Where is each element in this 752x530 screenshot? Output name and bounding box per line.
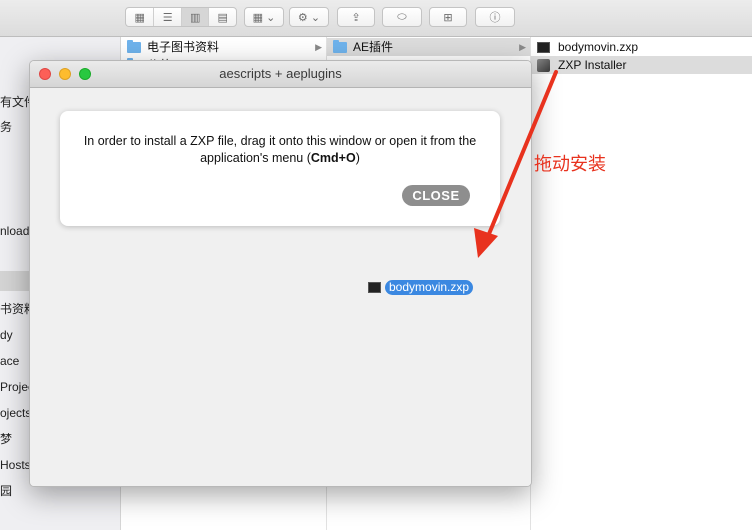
- zxp-installer-window: aescripts + aeplugins In order to instal…: [29, 60, 532, 487]
- folder-icon: [333, 39, 347, 53]
- finder-toolbar: ▦ ☰ ▥ ▤ ▦ ⌄ ⚙ ⌄ ⇪ ⬭ ⊞ ⓘ: [0, 0, 752, 37]
- minimize-window-button[interactable]: [59, 68, 71, 80]
- group-button[interactable]: ▦ ⌄: [244, 7, 284, 27]
- zxp-file-icon: [537, 41, 550, 53]
- grid-icon: ▦: [134, 11, 145, 24]
- columns-icon: ▥: [190, 11, 201, 24]
- tag-icon: ⬭: [397, 10, 407, 23]
- dialog-message: In order to install a ZXP file, drag it …: [82, 133, 478, 167]
- list-item[interactable]: 电子图书资料 ▶: [121, 38, 326, 56]
- list-item-selected[interactable]: AE插件 ▶: [327, 38, 530, 56]
- close-window-button[interactable]: [39, 68, 51, 80]
- finder-column-3: bodymovin.zxp ZXP Installer: [531, 37, 752, 530]
- view-mode-segmented-control: ▦ ☰ ▥ ▤: [125, 7, 237, 27]
- share-icon: ⇪: [351, 11, 361, 24]
- drop-area[interactable]: In order to install a ZXP file, drag it …: [30, 88, 531, 486]
- zxp-installer-app-icon: [537, 58, 550, 72]
- list-item-selected[interactable]: ZXP Installer: [531, 56, 752, 74]
- chevron-right-icon: ▶: [315, 42, 322, 52]
- zoom-window-button[interactable]: [79, 68, 91, 80]
- gear-icon: ⚙ ⌄: [297, 11, 321, 24]
- group-icon: ▦ ⌄: [252, 11, 276, 24]
- list-icon: ☰: [162, 11, 173, 24]
- list-item-label: 电子图书资料: [147, 40, 220, 54]
- zxp-file-icon: [368, 282, 381, 293]
- info-icon: ⓘ: [489, 12, 501, 24]
- list-item-label: AE插件: [353, 40, 394, 54]
- list-item[interactable]: bodymovin.zxp: [531, 38, 752, 56]
- tag-button[interactable]: ⬭: [382, 7, 422, 27]
- window-titlebar[interactable]: aescripts + aeplugins: [30, 61, 531, 88]
- gallery-icon: ▤: [217, 11, 228, 24]
- dragged-file[interactable]: bodymovin.zxp: [368, 280, 474, 295]
- list-view-button[interactable]: ☰: [153, 8, 181, 26]
- chevron-right-icon: ▶: [519, 42, 526, 52]
- shortcut-text: Cmd+O: [310, 151, 356, 165]
- info-button[interactable]: ⓘ: [475, 7, 515, 27]
- share-button[interactable]: ⇪: [337, 7, 375, 27]
- install-instructions-dialog: In order to install a ZXP file, drag it …: [60, 111, 500, 226]
- dialog-message-text: In order to install a ZXP file, drag it …: [83, 134, 477, 165]
- dialog-message-suffix: ): [355, 151, 360, 165]
- gallery-view-button[interactable]: ▤: [208, 8, 236, 26]
- icon-view-button[interactable]: ▦: [126, 8, 153, 26]
- action-button[interactable]: ⚙ ⌄: [289, 7, 329, 27]
- annotation-text: 拖动安装: [534, 154, 606, 175]
- new-folder-icon: ⊞: [443, 11, 453, 24]
- window-title: aescripts + aeplugins: [219, 66, 342, 81]
- list-item-label: ZXP Installer: [558, 58, 627, 72]
- close-button[interactable]: CLOSE: [402, 185, 470, 206]
- new-folder-button[interactable]: ⊞: [429, 7, 467, 27]
- dragged-file-label: bodymovin.zxp: [385, 280, 474, 295]
- sidebar-item-selected[interactable]: [0, 271, 32, 291]
- folder-icon: [127, 39, 141, 53]
- list-item-label: bodymovin.zxp: [558, 40, 639, 54]
- column-view-button[interactable]: ▥: [180, 8, 209, 26]
